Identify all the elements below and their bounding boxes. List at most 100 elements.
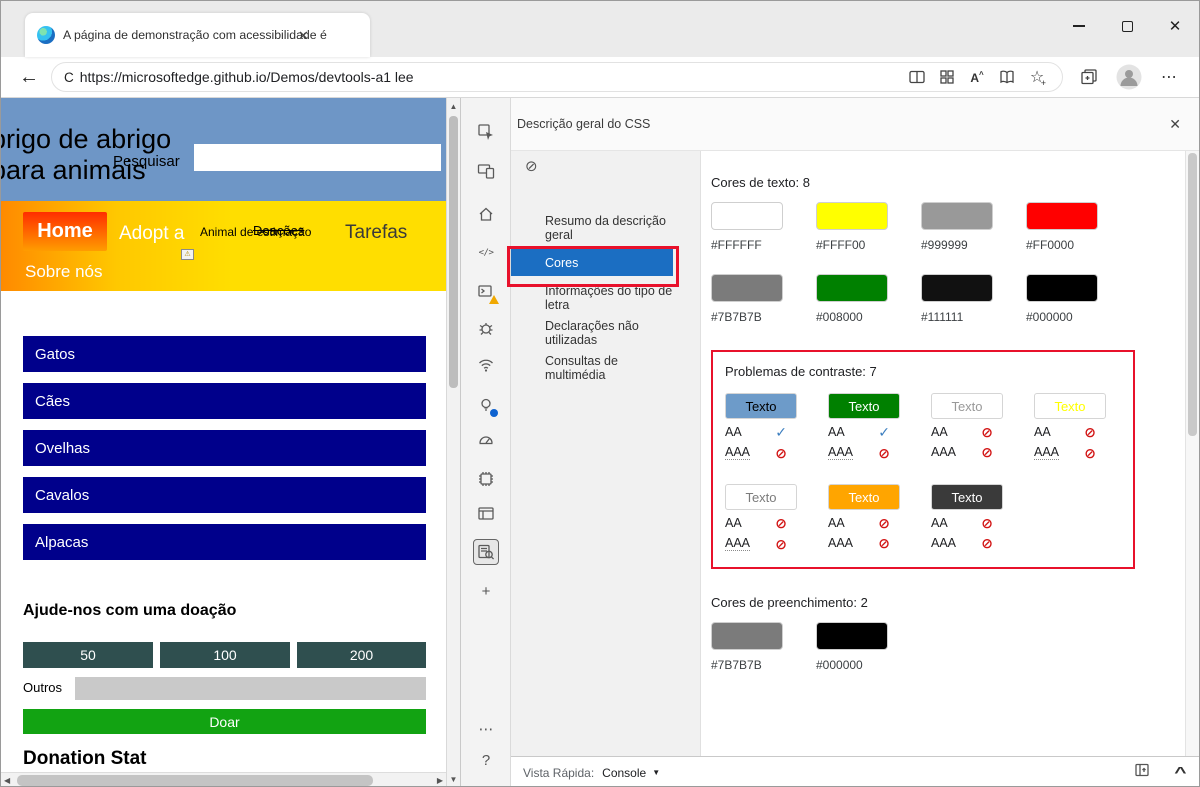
back-button[interactable]: ←: [19, 66, 39, 89]
scroll-down-icon[interactable]: ▼: [447, 775, 460, 784]
horizontal-scroll-thumb[interactable]: [17, 775, 373, 786]
color-swatch[interactable]: [816, 622, 888, 650]
color-swatch[interactable]: [1026, 274, 1098, 302]
issues-icon[interactable]: [473, 315, 499, 341]
dock-quick-view-icon[interactable]: [1134, 762, 1150, 783]
settings-menu-icon[interactable]: ⋯: [1149, 64, 1189, 90]
color-swatch[interactable]: [711, 622, 783, 650]
color-swatch[interactable]: [816, 274, 888, 302]
donate-50-button[interactable]: 50: [23, 642, 153, 668]
device-toolbar-icon[interactable]: [473, 158, 499, 184]
nav-tasks-link[interactable]: Tarefas: [345, 222, 407, 244]
aa-status-icon: [878, 425, 890, 439]
color-swatch[interactable]: [921, 202, 993, 230]
network-icon[interactable]: [473, 352, 499, 378]
contrast-issue-card[interactable]: Texto AA AAA: [1034, 393, 1137, 460]
horizontal-scrollbar[interactable]: ◀ ▶: [1, 772, 446, 786]
expand-quick-view-icon[interactable]: ^: [1174, 764, 1186, 781]
add-favorite-icon[interactable]: ☆ +: [1022, 64, 1052, 90]
contrast-issue-card[interactable]: Texto AA AAA: [931, 393, 1034, 460]
animal-button-cavalos[interactable]: Cavalos: [23, 477, 426, 513]
contrast-issue-card[interactable]: Texto AA AAA: [725, 484, 828, 551]
collections-icon[interactable]: [1069, 64, 1109, 90]
other-amount-input[interactable]: [75, 677, 426, 700]
add-tools-icon[interactable]: +: [473, 578, 499, 604]
tab-strip: A página de demonstração com acessibilid…: [1, 1, 1199, 57]
help-icon[interactable]: ?: [473, 747, 499, 773]
more-tools-icon[interactable]: ⋯: [473, 716, 499, 742]
elements-icon[interactable]: </>: [473, 240, 499, 266]
contrast-issue-card[interactable]: Texto AA AAA: [725, 393, 828, 460]
quick-view-console-dropdown[interactable]: Console: [602, 766, 646, 780]
contrast-issue-card[interactable]: Texto AA AAA: [828, 393, 931, 460]
devtools-content-scrollbar[interactable]: [1185, 151, 1199, 756]
close-window-button[interactable]: ✕: [1151, 1, 1199, 51]
dropdown-caret-icon[interactable]: ▼: [652, 768, 660, 777]
console-warning-icon[interactable]: [473, 279, 499, 305]
devtools-scroll-thumb[interactable]: [1188, 153, 1197, 436]
url-box[interactable]: C https://microsoftedge.github.io/Demos/…: [51, 62, 1063, 92]
animal-button-alpacas[interactable]: Alpacas: [23, 524, 426, 560]
vertical-scroll-thumb[interactable]: [449, 116, 458, 388]
color-swatch[interactable]: [711, 202, 783, 230]
animal-button-ovelhas[interactable]: Ovelhas: [23, 430, 426, 466]
css-overview-icon[interactable]: [473, 539, 499, 565]
contrast-issue-card[interactable]: Texto AA AAA: [828, 484, 931, 551]
reload-icon[interactable]: C: [64, 70, 74, 85]
sidebar-item-multimedia[interactable]: Consultas de multimédia: [511, 354, 673, 382]
maximize-button[interactable]: [1103, 1, 1151, 51]
nav-about-link[interactable]: Sobre nós: [25, 262, 103, 282]
aaa-status-icon: [775, 446, 787, 460]
color-swatch[interactable]: [711, 274, 783, 302]
scroll-up-icon[interactable]: ▲: [447, 102, 460, 111]
apps-grid-icon[interactable]: [932, 64, 962, 90]
donation-heading: Ajude-nos com uma doação: [23, 602, 237, 619]
browser-tab[interactable]: A página de demonstração com acessibilid…: [25, 13, 370, 57]
color-swatch[interactable]: [1026, 202, 1098, 230]
nav-home-button[interactable]: Home: [23, 212, 107, 251]
tab-close-icon[interactable]: ✕: [295, 26, 312, 46]
animal-button-gatos[interactable]: Gatos: [23, 336, 426, 372]
application-icon[interactable]: [473, 501, 499, 527]
sidebar-item-tipo-de-letra[interactable]: Informações do tipo de letra: [511, 284, 673, 312]
welcome-home-icon[interactable]: [473, 201, 499, 227]
scroll-left-icon[interactable]: ◀: [4, 776, 10, 785]
sidebar-item-declaracoes[interactable]: Declarações não utilizadas: [511, 319, 673, 347]
clear-overview-icon[interactable]: ⊘: [525, 157, 538, 175]
color-cell: #008000: [816, 274, 921, 324]
read-aloud-icon[interactable]: A^: [962, 64, 992, 90]
nav-donate-link[interactable]: Doações: [253, 223, 304, 238]
nav-adopt-link[interactable]: Adopt a: [119, 223, 185, 245]
memory-chip-icon[interactable]: [473, 466, 499, 492]
donate-button[interactable]: Doar: [23, 709, 426, 734]
hints-lightbulb-icon[interactable]: [473, 392, 499, 418]
aa-status-icon: [1084, 425, 1096, 439]
demo-page: brigo de abrigo para animais Pesquisar H…: [1, 98, 446, 786]
fill-colors-heading: Cores de preenchimento: 2: [711, 595, 868, 610]
url-text[interactable]: https://microsoftedge.github.io/Demos/de…: [80, 69, 902, 85]
devtools-activity-bar: </> + ⋯ ?: [461, 98, 511, 786]
aaa-status-icon: [981, 536, 993, 550]
aa-status-icon: [981, 425, 993, 439]
immersive-reader-icon[interactable]: [992, 64, 1022, 90]
contrast-issue-card[interactable]: Texto AA AAA: [931, 484, 1034, 551]
color-swatch[interactable]: [921, 274, 993, 302]
split-screen-icon[interactable]: [902, 64, 932, 90]
vertical-scrollbar[interactable]: ▲ ▼: [446, 98, 461, 786]
sidebar-item-resumo[interactable]: Resumo da descrição geral: [511, 214, 673, 242]
broken-image-icon: ⚠: [181, 249, 194, 260]
quick-view-label: Vista Rápida:: [523, 765, 595, 780]
donate-200-button[interactable]: 200: [297, 642, 426, 668]
animal-button-caes[interactable]: Cães: [23, 383, 426, 419]
devtools-close-icon[interactable]: ✕: [1169, 116, 1181, 133]
color-swatch[interactable]: [816, 202, 888, 230]
scroll-right-icon[interactable]: ▶: [437, 776, 443, 785]
fill-colors-grid: #7B7B7B #000000: [711, 622, 1185, 672]
profile-avatar[interactable]: [1109, 64, 1149, 90]
minimize-button[interactable]: [1055, 1, 1103, 51]
sidebar-item-cores[interactable]: Cores: [511, 249, 673, 276]
search-input[interactable]: [194, 144, 441, 171]
inspect-icon[interactable]: [473, 119, 499, 145]
donate-100-button[interactable]: 100: [160, 642, 290, 668]
performance-icon[interactable]: [473, 426, 499, 452]
